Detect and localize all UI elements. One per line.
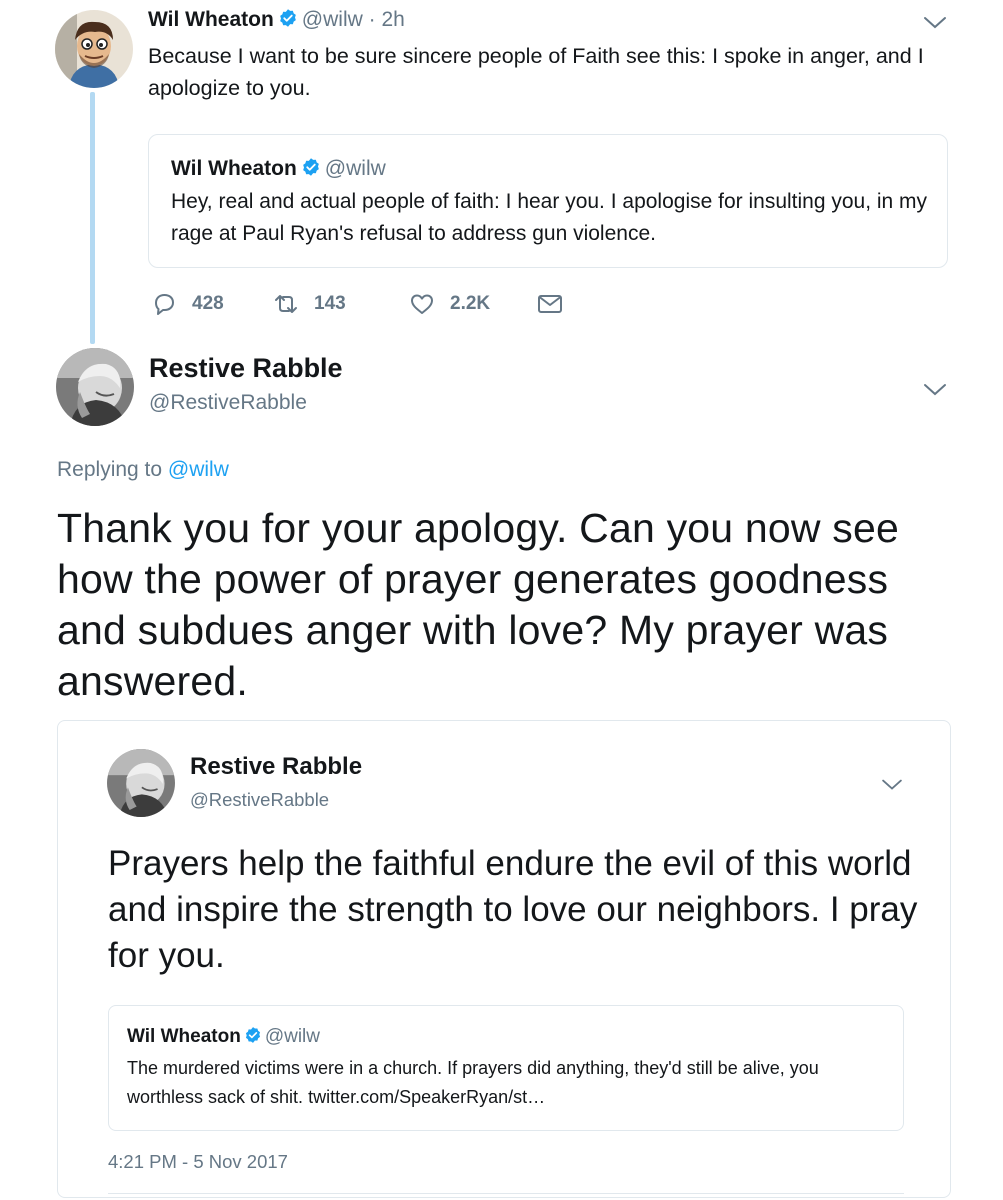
- reply-text: Thank you for your apology. Can you now …: [57, 505, 899, 704]
- quoted-author-name: Wil Wheaton: [171, 157, 297, 180]
- quoted-tweet-text: The murdered victims were in a church. I…: [127, 1058, 819, 1107]
- retweet-count: 143: [314, 293, 346, 314]
- replying-to-label: Replying to: [57, 458, 163, 481]
- thread-line: [90, 92, 95, 344]
- divider: [108, 1193, 904, 1194]
- quoted-author-handle: @wilw: [264, 1026, 321, 1048]
- like-button[interactable]: 2.2K: [408, 288, 490, 320]
- tweet-time[interactable]: · 2h: [369, 8, 405, 31]
- retweet-icon: [275, 295, 297, 313]
- quoted-tweet[interactable]: Wil Wheaton @wilw Hey, real and actual pe…: [148, 134, 948, 268]
- embedded-tweet-text: Prayers help the faithful endure the evi…: [108, 844, 918, 975]
- chevron-down-icon[interactable]: [880, 777, 904, 793]
- reply-icon: [155, 294, 174, 315]
- verified-badge-icon: [245, 1027, 260, 1043]
- quoted-tweet-header: Wil Wheaton @wilw: [127, 1026, 320, 1048]
- tweet-timestamp[interactable]: 4:21 PM - 5 Nov 2017: [108, 1151, 288, 1173]
- author-handle[interactable]: @wilw: [302, 8, 363, 31]
- reply-button[interactable]: 428: [150, 288, 224, 320]
- quoted-tweet[interactable]: Wil Wheaton @wilw The murdered victims we…: [108, 1005, 904, 1131]
- avatar-restive-rabble[interactable]: [107, 749, 175, 817]
- like-icon: [411, 294, 433, 314]
- verified-badge-icon: [279, 9, 296, 28]
- tweet-header: Wil Wheaton @wilw · 2h: [148, 8, 405, 32]
- quoted-author-handle: @wilw: [324, 157, 386, 180]
- quoted-tweet-header: Wil Wheaton @wilw: [171, 157, 386, 181]
- direct-message-button[interactable]: [536, 288, 578, 320]
- quoted-author-name: Wil Wheaton: [127, 1026, 241, 1048]
- chevron-down-icon[interactable]: [922, 381, 948, 399]
- retweet-button[interactable]: 143: [272, 288, 346, 320]
- verified-badge-icon: [302, 158, 319, 177]
- replying-to: Replying to @wilw: [57, 458, 229, 482]
- avatar-wil-wheaton[interactable]: [55, 10, 133, 88]
- replying-to-link[interactable]: @wilw: [168, 458, 229, 481]
- reply-count: 428: [192, 293, 224, 314]
- embedded-author-handle[interactable]: @RestiveRabble: [190, 789, 329, 811]
- author-name[interactable]: Wil Wheaton: [148, 8, 274, 31]
- avatar-restive-rabble[interactable]: [56, 348, 134, 426]
- quoted-tweet-text: Hey, real and actual people of faith: I …: [171, 190, 928, 245]
- tweet-text: Because I want to be sure sincere people…: [148, 44, 924, 100]
- embedded-author-name[interactable]: Restive Rabble: [190, 753, 362, 781]
- chevron-down-icon[interactable]: [922, 14, 948, 32]
- direct-message-icon: [538, 295, 562, 313]
- author-handle[interactable]: @RestiveRabble: [149, 391, 307, 415]
- embedded-tweet[interactable]: Restive Rabble @RestiveRabble Prayers he…: [57, 720, 951, 1198]
- author-name[interactable]: Restive Rabble: [149, 353, 343, 384]
- like-count: 2.2K: [450, 293, 491, 314]
